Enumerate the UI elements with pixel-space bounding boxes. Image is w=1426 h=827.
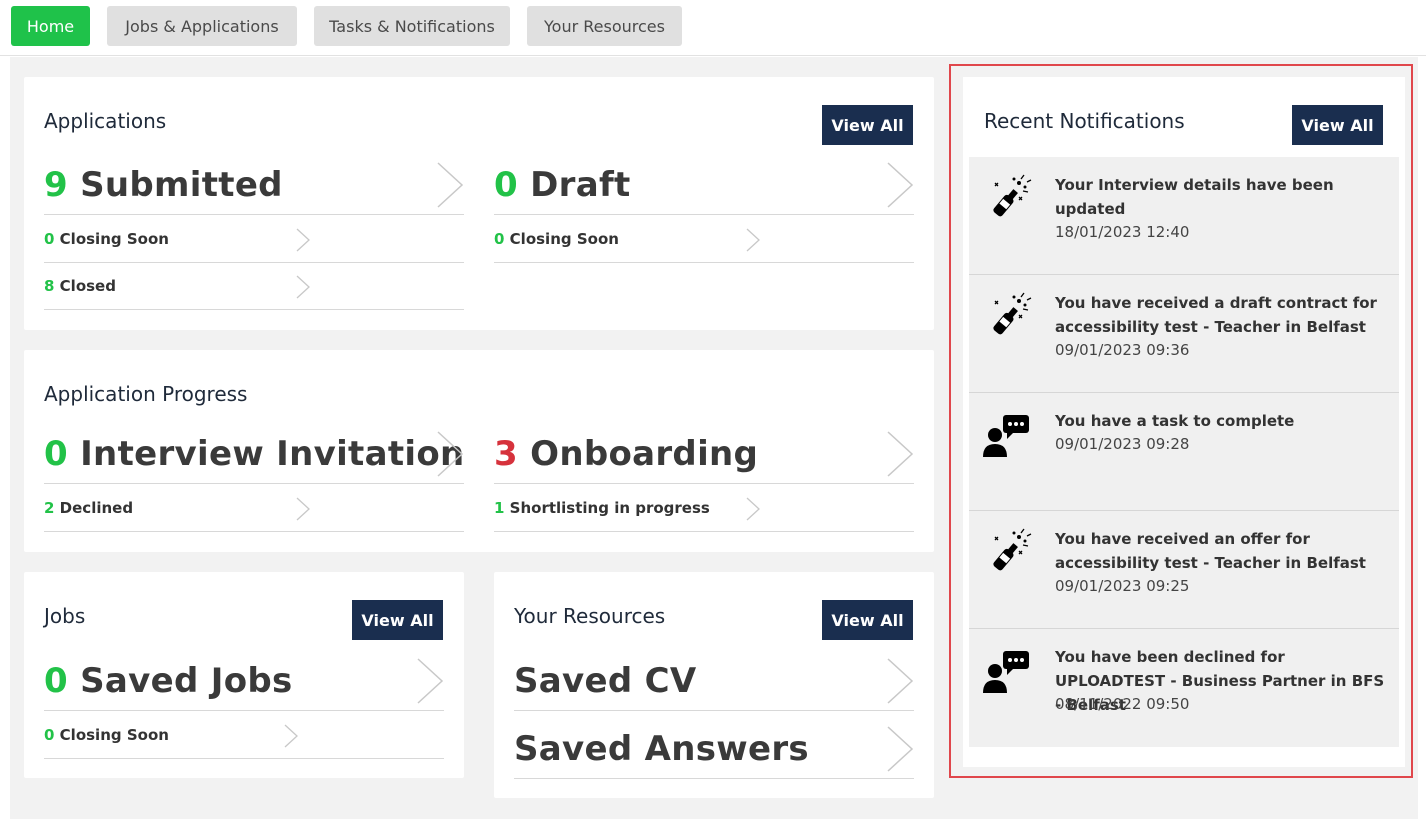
chevron-right-icon — [296, 275, 310, 299]
chevron-right-icon — [284, 724, 298, 748]
shortlisting-label: Shortlisting in progress — [509, 499, 710, 517]
saved-answers-row[interactable]: Saved Answers — [514, 721, 914, 779]
jobs-card: Jobs View All 0 Saved Jobs 0 Closing Soo… — [24, 572, 464, 778]
closing-soon-label: Closing Soon — [509, 230, 619, 248]
chevron-right-icon — [887, 431, 914, 477]
resources-view-all-button[interactable]: View All — [822, 600, 913, 640]
jobs-closing-soon-row[interactable]: 0 Closing Soon — [44, 712, 444, 759]
saved-cv-row[interactable]: Saved CV — [514, 653, 914, 711]
onboarding-row[interactable]: 3 Onboarding — [494, 426, 914, 484]
jobs-view-all-button[interactable]: View All — [352, 600, 443, 640]
saved-jobs-row[interactable]: 0 Saved Jobs — [44, 653, 444, 711]
declined-label: Declined — [59, 499, 134, 517]
interview-label: Interview Invitation — [80, 434, 465, 474]
declined-count: 2 — [44, 499, 55, 517]
closing-soon-label: Closing Soon — [59, 726, 169, 744]
chevron-right-icon — [746, 497, 760, 521]
chevron-right-icon — [887, 162, 914, 208]
jobs-title: Jobs — [44, 604, 86, 628]
saved-answers-label: Saved Answers — [514, 729, 809, 769]
draft-count: 0 — [494, 165, 518, 205]
chevron-right-icon — [887, 726, 914, 772]
interview-count: 0 — [44, 434, 68, 474]
top-navigation: Home Jobs & Applications Tasks & Notific… — [0, 0, 1426, 56]
chevron-right-icon — [437, 162, 464, 208]
saved-cv-label: Saved CV — [514, 661, 697, 701]
onboarding-count: 3 — [494, 434, 518, 474]
submitted-closed-row[interactable]: 8 Closed — [44, 263, 464, 310]
tab-home[interactable]: Home — [11, 6, 90, 46]
saved-jobs-label: Saved Jobs — [80, 661, 293, 701]
chevron-right-icon — [887, 658, 914, 704]
interview-invitation-row[interactable]: 0 Interview Invitation — [44, 426, 464, 484]
resources-card: Your Resources View All Saved CV Saved A… — [494, 572, 934, 798]
draft-closing-soon-row[interactable]: 0 Closing Soon — [494, 216, 914, 263]
closed-count: 8 — [44, 277, 55, 295]
applications-card: Applications View All 9 Submitted 0 Draf… — [24, 77, 934, 330]
tab-your-resources[interactable]: Your Resources — [527, 6, 682, 46]
declined-row[interactable]: 2 Declined — [44, 485, 464, 532]
resources-title: Your Resources — [514, 604, 666, 628]
closed-label: Closed — [59, 277, 116, 295]
tab-tasks-notifications[interactable]: Tasks & Notifications — [314, 6, 510, 46]
notifications-highlight-frame — [949, 64, 1413, 778]
saved-jobs-count: 0 — [44, 661, 68, 701]
closing-soon-count: 0 — [44, 726, 55, 744]
applications-title: Applications — [44, 109, 167, 133]
tab-jobs-applications[interactable]: Jobs & Applications — [107, 6, 297, 46]
submitted-closing-soon-row[interactable]: 0 Closing Soon — [44, 216, 464, 263]
chevron-right-icon — [296, 228, 310, 252]
submitted-label: Submitted — [80, 165, 283, 205]
application-progress-card: Application Progress 0 Interview Invitat… — [24, 350, 934, 552]
applications-view-all-button[interactable]: View All — [822, 105, 913, 145]
closing-soon-count: 0 — [494, 230, 505, 248]
submitted-count: 9 — [44, 165, 68, 205]
onboarding-label: Onboarding — [530, 434, 759, 474]
closing-soon-count: 0 — [44, 230, 55, 248]
chevron-right-icon — [746, 228, 760, 252]
shortlisting-count: 1 — [494, 499, 505, 517]
shortlisting-row[interactable]: 1 Shortlisting in progress — [494, 485, 914, 532]
draft-row[interactable]: 0 Draft — [494, 157, 914, 215]
chevron-right-icon — [437, 431, 464, 477]
submitted-row[interactable]: 9 Submitted — [44, 157, 464, 215]
closing-soon-label: Closing Soon — [59, 230, 169, 248]
chevron-right-icon — [296, 497, 310, 521]
draft-label: Draft — [530, 165, 631, 205]
chevron-right-icon — [417, 658, 444, 704]
application-progress-title: Application Progress — [44, 382, 248, 406]
